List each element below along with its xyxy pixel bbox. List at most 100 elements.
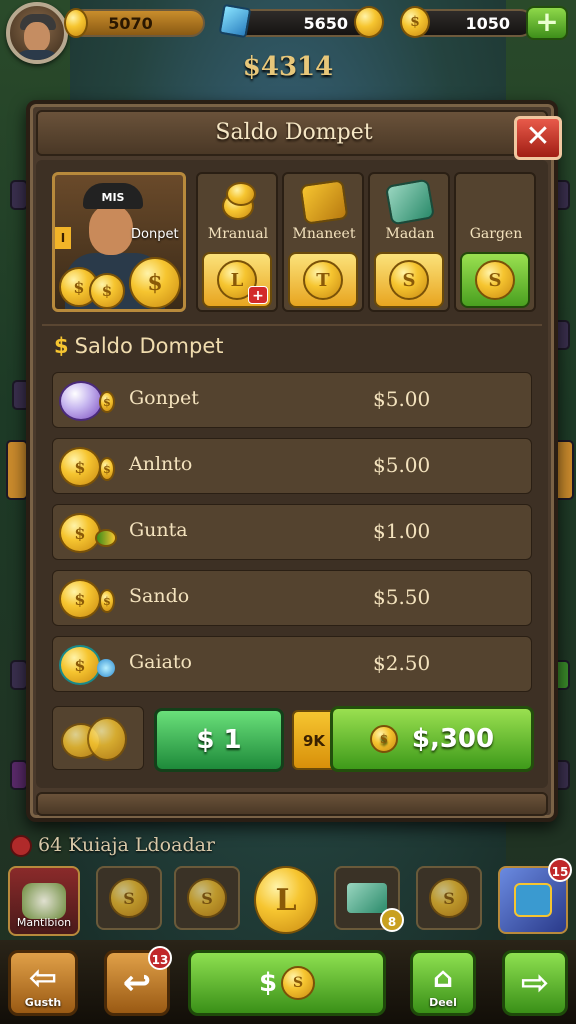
slot-badge: 8	[380, 908, 404, 932]
buy-large-button[interactable]: $ $,300	[330, 706, 534, 772]
character-icon	[22, 883, 66, 919]
top-hud: 5070 5650 1050 $ + $4314	[0, 0, 576, 90]
coin-icon: S	[429, 878, 469, 918]
slot-coin[interactable]: S	[416, 866, 482, 930]
option-button-gargen[interactable]: S	[460, 252, 530, 308]
option-card-gargen[interactable]: Gargen S	[454, 172, 536, 312]
coin-icon: S	[281, 966, 316, 1000]
coin-pile-slot	[52, 706, 144, 770]
row-value: $2.50	[373, 651, 431, 675]
row-name: Gonpet	[129, 387, 199, 409]
divider	[42, 324, 542, 326]
main-action-label: $	[258, 968, 278, 998]
row-value: $5.50	[373, 585, 431, 609]
close-button[interactable]: ✕	[514, 116, 562, 160]
gift-box-icon	[514, 883, 552, 917]
hero-card[interactable]: MIS I Donpet $ $ $	[52, 172, 186, 312]
panel-body: MIS I Donpet $ $ $ Mranual L + Mnaneet T	[36, 160, 548, 788]
slot-badge: 15	[548, 858, 572, 882]
coin-icon: T	[303, 260, 343, 300]
hero-coin-icon: $	[89, 273, 125, 309]
coin-stack-icon	[216, 182, 260, 222]
back-label: Gusth	[24, 996, 62, 1009]
slot-coin[interactable]: S	[174, 866, 240, 930]
gems-value: 5650	[303, 13, 348, 33]
avatar-face	[24, 22, 50, 52]
row-value: $5.00	[373, 387, 431, 411]
slot-label: Mantlbion	[16, 916, 72, 929]
close-icon: ✕	[525, 119, 551, 154]
hero-face	[89, 205, 133, 255]
coin-icon	[87, 717, 127, 761]
option-card-madan[interactable]: Madan S	[368, 172, 450, 312]
gold-coin-icon: $ $	[59, 579, 119, 619]
gift-label: Deel	[429, 996, 457, 1009]
undo-icon: ↩	[122, 963, 152, 1003]
option-card-mranual[interactable]: Mranual L +	[196, 172, 278, 312]
option-label: Mnaneet	[292, 226, 356, 242]
arrow-right-icon: ⇨	[520, 963, 550, 1003]
panel-title: Saldo Dompet	[215, 120, 373, 145]
cash-icon	[347, 883, 387, 913]
wallet-panel: Saldo Dompet ✕ MIS I Donpet $ $ $ Mranua…	[26, 100, 562, 822]
balance-row[interactable]: $ Gonpet $5.00	[52, 372, 532, 428]
option-label: Madan	[385, 226, 435, 242]
coins-value: 1050	[465, 13, 510, 33]
big-coin-button[interactable]: L	[254, 866, 318, 934]
coin-icon: S	[389, 260, 429, 300]
xp-coin-icon	[64, 8, 88, 38]
row-name: Sando	[129, 585, 190, 607]
row-value: $1.00	[373, 519, 431, 543]
balance-row[interactable]: $ $ Sando $5.50	[52, 570, 532, 626]
gem-icon	[218, 3, 252, 39]
xp-bar: 5070	[70, 9, 205, 37]
hero-coin-icon: $	[129, 257, 181, 309]
option-card-mnaneet[interactable]: Mnaneet T	[282, 172, 364, 312]
buy-small-button[interactable]: $ 1	[154, 708, 284, 772]
option-button-mnaneet[interactable]: T	[288, 252, 358, 308]
quest-text: 64 Kuiaja Ldoadar	[10, 834, 215, 857]
main-action-button[interactable]: $ S	[188, 950, 386, 1016]
xp-value: 5070	[108, 13, 153, 33]
hero-cap: MIS	[83, 183, 143, 209]
balance-row[interactable]: $ $ Anlnto $5.00	[52, 438, 532, 494]
option-label: Mranual	[207, 226, 269, 242]
section-title: $ Saldo Dompet	[54, 334, 223, 358]
undo-badge: 13	[148, 946, 172, 970]
row-name: Anlnto	[129, 453, 193, 475]
gold-coin-icon: $ $	[59, 447, 119, 487]
purple-coin-icon: $	[59, 381, 119, 421]
row-name: Gunta	[129, 519, 188, 541]
gold-coin-icon: $	[59, 513, 119, 553]
cash-stack-icon	[384, 178, 436, 226]
dollar-icon: $	[54, 334, 69, 358]
next-button[interactable]: ⇨	[502, 950, 568, 1016]
panel-header: Saldo Dompet ✕	[36, 110, 562, 160]
option-button-madan[interactable]: S	[374, 252, 444, 308]
back-button[interactable]: ⇦ Gusth	[8, 950, 78, 1016]
arrow-left-icon: ⇦	[28, 958, 58, 998]
slot-coin[interactable]: S	[96, 866, 162, 930]
coin-icon: $	[369, 725, 398, 753]
add-currency-button[interactable]: +	[526, 6, 568, 40]
coin-icon: $	[400, 6, 430, 38]
balance-row[interactable]: $ Gunta $1.00	[52, 504, 532, 560]
total-balance: $4314	[242, 52, 334, 82]
coin-icon: S	[187, 878, 227, 918]
gem-coin-icon	[354, 6, 384, 38]
gift-icon: ⌂	[432, 960, 454, 994]
section-title-text: Saldo Dompet	[74, 334, 224, 358]
splash-coin-icon: $	[59, 645, 119, 685]
gold-card-icon	[299, 179, 349, 225]
hero-tag: I	[55, 227, 71, 249]
gift-button[interactable]: ⌂ Deel	[410, 950, 476, 1016]
panel-footer	[36, 792, 548, 816]
quest-dot-icon	[10, 835, 32, 857]
option-label: Gargen	[469, 226, 523, 242]
balance-row[interactable]: $ Gaiato $2.50	[52, 636, 532, 692]
option-badge: +	[248, 286, 268, 304]
side-tab[interactable]	[6, 440, 28, 500]
row-name: Gaiato	[129, 651, 192, 673]
quest-label: 64 Kuiaja Ldoadar	[38, 834, 216, 856]
row-value: $5.00	[373, 453, 431, 477]
